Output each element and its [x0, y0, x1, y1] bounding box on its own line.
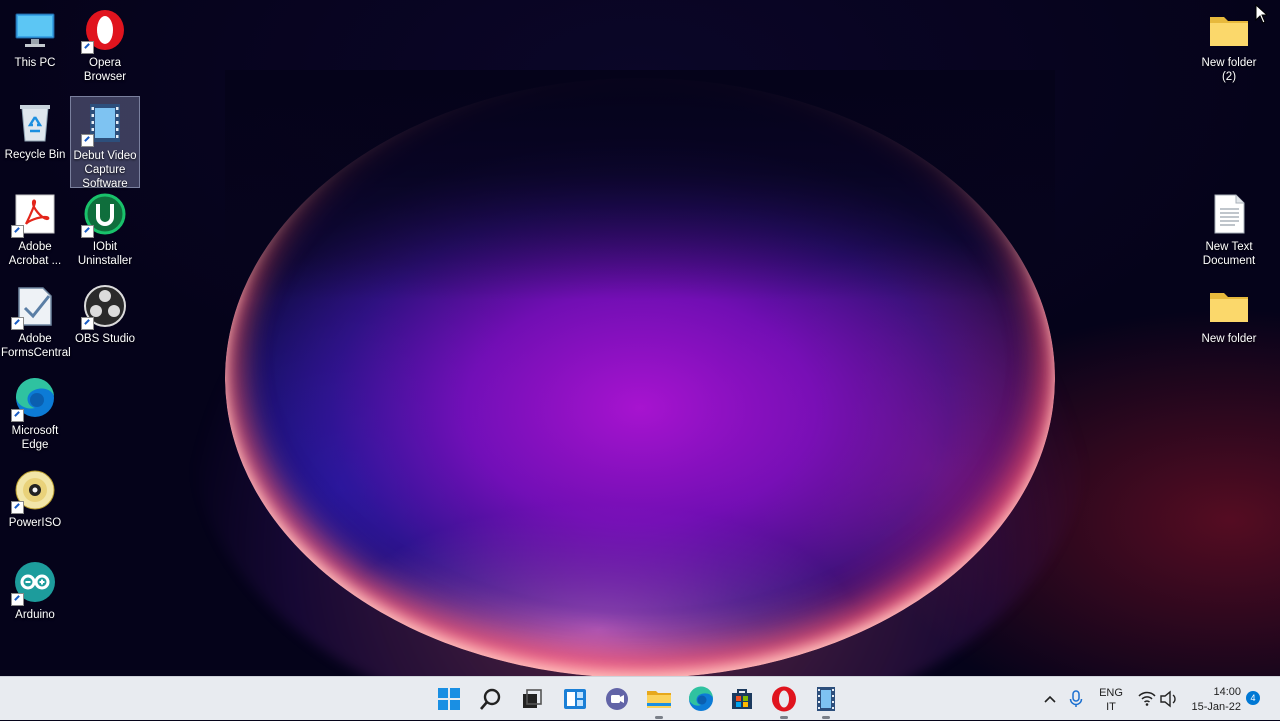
desktop-icon-label: IObit Uninstaller — [77, 241, 133, 267]
desktop-icon-poweriso[interactable]: PowerISO — [0, 464, 70, 556]
desktop-icon-label: New folder (2) — [1201, 57, 1257, 83]
running-indicator — [780, 716, 788, 719]
desktop-icon-label: New folder — [1201, 333, 1257, 345]
shortcut-arrow-icon — [11, 501, 24, 514]
desktop-wallpaper — [0, 0, 1280, 676]
clock[interactable]: 14:00 15-Jan-22 — [1186, 677, 1244, 721]
edge-icon — [11, 376, 57, 422]
shortcut-arrow-icon — [81, 134, 94, 147]
disc-icon — [11, 468, 57, 514]
start-icon[interactable] — [435, 685, 463, 713]
desktop-icon-label: Adobe FormsCentral — [1, 333, 71, 359]
language-indicator[interactable]: ENG IT — [1094, 677, 1128, 721]
desktop-icon-new-folder-2[interactable]: New folder (2) — [1194, 4, 1264, 96]
search-icon[interactable] — [477, 685, 505, 713]
forms-central-icon — [11, 284, 57, 330]
keyboard-layout: IT — [1106, 701, 1116, 713]
folder-icon — [1207, 8, 1251, 52]
desktop-icon-label: Opera Browser — [83, 57, 127, 83]
file-explorer-icon[interactable] — [645, 685, 673, 719]
language-code: ENG — [1099, 687, 1123, 699]
desktop-icon-label: Arduino — [15, 609, 55, 621]
desktop-icon-label: Recycle Bin — [4, 149, 66, 161]
shortcut-arrow-icon — [11, 593, 24, 606]
opera-icon — [81, 8, 127, 54]
desktop-icon-iobit-uninstaller[interactable]: IObit Uninstaller — [70, 188, 140, 280]
opera-icon[interactable] — [770, 685, 798, 719]
running-indicator — [655, 716, 663, 719]
widgets-icon[interactable] — [561, 685, 589, 713]
store-icon[interactable] — [728, 685, 756, 713]
text-document-icon — [1207, 192, 1251, 236]
speaker-icon[interactable] — [1158, 677, 1180, 721]
wallpaper-fade — [225, 70, 1055, 300]
desktop-icon-recycle-bin[interactable]: Recycle Bin — [0, 96, 70, 188]
microphone-icon[interactable] — [1066, 677, 1086, 721]
shortcut-arrow-icon — [11, 409, 24, 422]
shortcut-arrow-icon — [11, 225, 24, 238]
film-strip-icon — [81, 101, 127, 147]
mouse-cursor-icon — [1255, 3, 1269, 24]
desktop-icon-label: New Text Document — [1202, 241, 1256, 267]
recycle-bin-icon — [13, 100, 57, 144]
shortcut-arrow-icon — [81, 225, 94, 238]
desktop-icon-adobe-acrobat[interactable]: Adobe Acrobat ... — [0, 188, 70, 280]
wifi-icon[interactable] — [1136, 677, 1158, 721]
desktop-icon-microsoft-edge[interactable]: Microsoft Edge — [0, 372, 70, 464]
shortcut-arrow-icon — [81, 41, 94, 54]
desktop-icon-opera[interactable]: Opera Browser — [70, 4, 140, 96]
notification-badge: 4 — [1246, 691, 1260, 705]
obs-icon — [81, 284, 127, 330]
folder-icon — [1207, 284, 1251, 328]
clock-time: 14:00 — [1213, 686, 1241, 698]
desktop-icon-new-folder[interactable]: New folder — [1194, 280, 1264, 372]
shortcut-arrow-icon — [11, 317, 24, 330]
desktop-icon-label: Microsoft Edge — [11, 425, 59, 451]
desktop-icon-obs-studio[interactable]: OBS Studio — [70, 280, 140, 372]
show-hidden-icons-button[interactable] — [1040, 677, 1060, 721]
acrobat-icon — [11, 192, 57, 238]
task-view-icon[interactable] — [518, 685, 546, 713]
teams-chat-icon[interactable] — [603, 685, 631, 713]
running-indicator — [822, 716, 830, 719]
desktop-icon-adobe-formscentral[interactable]: Adobe FormsCentral — [0, 280, 71, 372]
iobit-uninstaller-icon — [81, 192, 127, 238]
desktop-icon-label: This PC — [14, 57, 56, 69]
desktop-icon-debut-video-capture[interactable]: Debut Video Capture Software — [70, 96, 140, 190]
desktop-icon-arduino[interactable]: Arduino — [0, 556, 70, 648]
notification-center-button[interactable]: 4 — [1246, 677, 1260, 721]
shortcut-arrow-icon — [81, 317, 94, 330]
desktop-icon-label: Debut Video Capture Software — [73, 150, 137, 190]
taskbar: ENG IT 14:00 15-Jan-22 4 — [0, 676, 1280, 720]
desktop-icon-new-text-document[interactable]: New Text Document — [1194, 188, 1264, 280]
desktop-icon-label: OBS Studio — [74, 333, 136, 345]
desktop-icon-label: PowerISO — [8, 517, 62, 529]
edge-icon[interactable] — [687, 685, 715, 713]
desktop-icon-this-pc[interactable]: This PC — [0, 4, 70, 96]
monitor-icon — [13, 8, 57, 52]
clock-date: 15-Jan-22 — [1191, 701, 1241, 713]
debut-icon[interactable] — [812, 685, 840, 719]
desktop-icon-label: Adobe Acrobat ... — [8, 241, 62, 267]
arduino-icon — [11, 560, 57, 606]
